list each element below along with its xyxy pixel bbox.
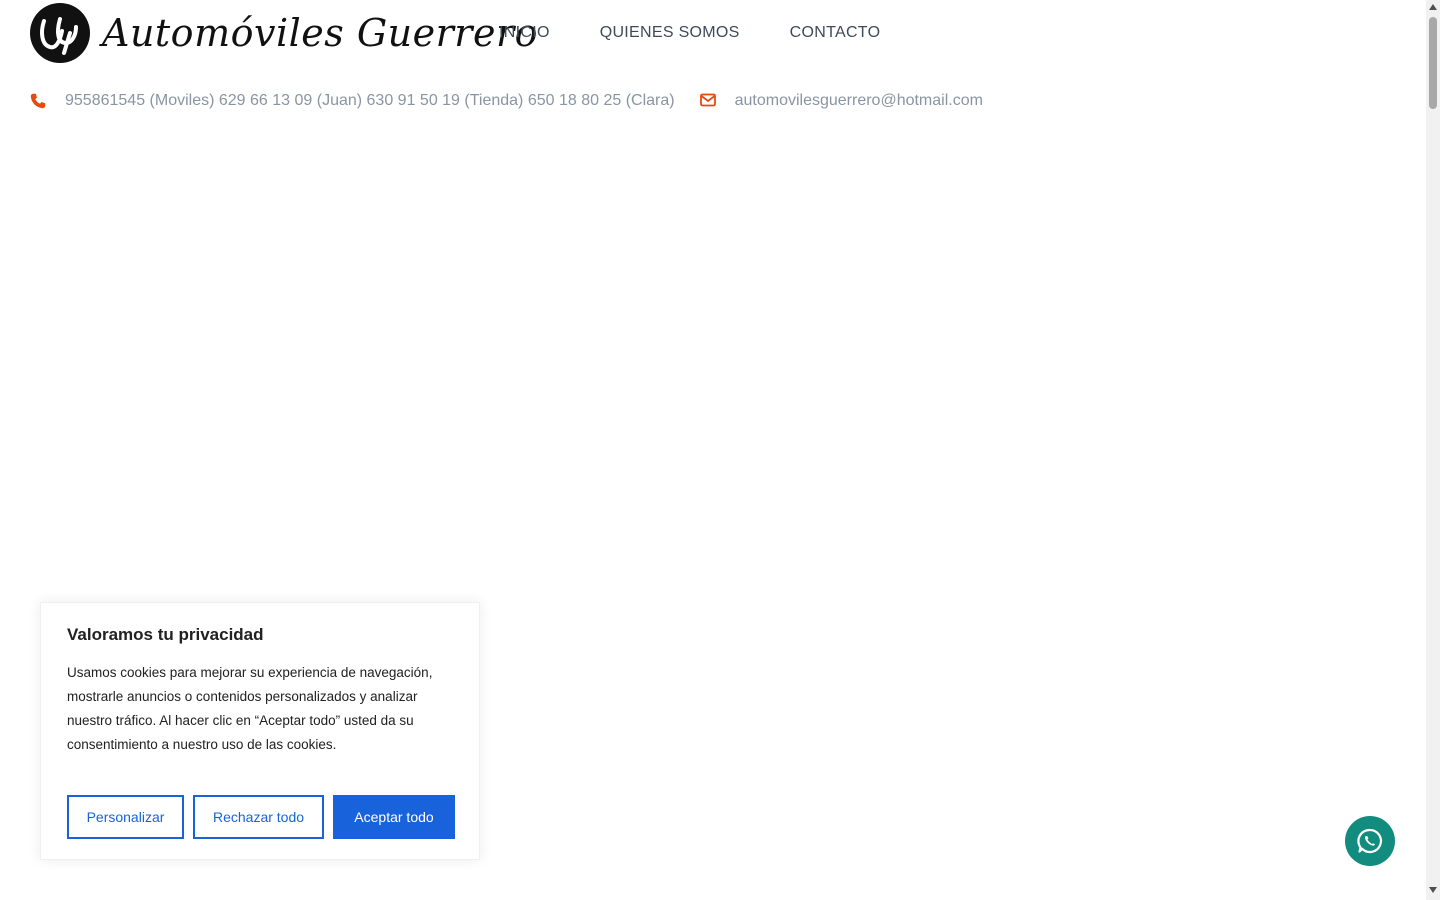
- phone-icon: [30, 93, 46, 109]
- scroll-down-arrow-icon[interactable]: [1429, 887, 1437, 893]
- logo-text: Automóviles Guerrero: [102, 11, 538, 55]
- nav-item-inicio[interactable]: INICIO: [499, 24, 550, 42]
- cookie-buttons: Personalizar Rechazar todo Aceptar todo: [67, 795, 455, 839]
- cookie-description: Usamos cookies para mejorar su experienc…: [67, 665, 433, 752]
- whatsapp-button[interactable]: [1345, 816, 1395, 866]
- contact-bar: 955861545 (Moviles) 629 66 13 09 (Juan) …: [30, 92, 983, 110]
- cookie-title: Valoramos tu privacidad: [67, 625, 264, 644]
- whatsapp-icon: [1357, 828, 1383, 854]
- reject-all-button[interactable]: Rechazar todo: [193, 795, 324, 839]
- main-nav: INICIO QUIENES SOMOS CONTACTO: [499, 24, 880, 42]
- accept-all-button[interactable]: Aceptar todo: [333, 795, 455, 839]
- envelope-icon: [699, 93, 716, 109]
- nav-item-quienes-somos[interactable]: QUIENES SOMOS: [600, 24, 740, 42]
- scrollbar-thumb[interactable]: [1429, 17, 1437, 109]
- phone-numbers[interactable]: 955861545 (Moviles) 629 66 13 09 (Juan) …: [65, 92, 675, 110]
- email-group: automovilesguerrero@hotmail.com: [699, 92, 983, 110]
- nav-item-contacto[interactable]: CONTACTO: [790, 24, 881, 42]
- cookie-consent-banner: Valoramos tu privacidad Usamos cookies p…: [40, 602, 480, 860]
- page: Automóviles Guerrero INICIO QUIENES SOMO…: [0, 0, 1426, 900]
- vertical-scrollbar[interactable]: [1426, 0, 1440, 900]
- email-link[interactable]: automovilesguerrero@hotmail.com: [735, 92, 983, 110]
- site-logo[interactable]: Automóviles Guerrero: [30, 2, 538, 64]
- scroll-up-arrow-icon[interactable]: [1429, 4, 1437, 10]
- customize-button[interactable]: Personalizar: [67, 795, 184, 839]
- logo-emblem-icon: [30, 3, 90, 63]
